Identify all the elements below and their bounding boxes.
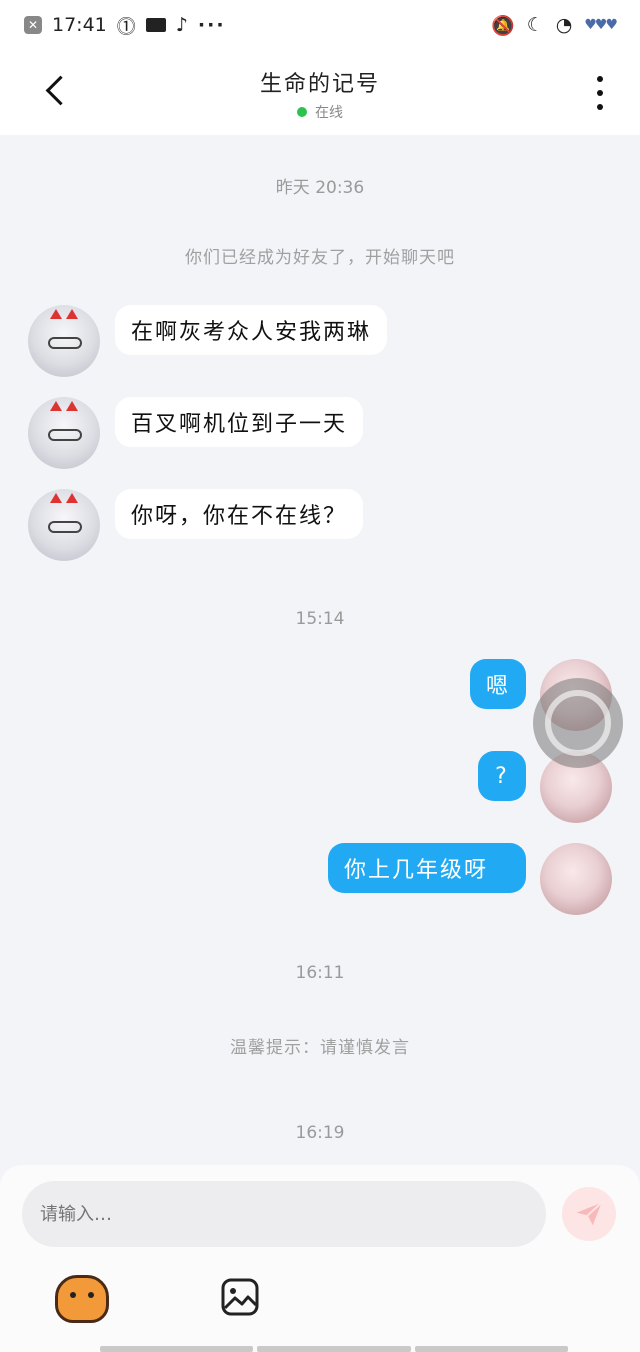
timestamp: 昨天 20:36: [275, 178, 365, 198]
send-icon: [576, 1202, 603, 1226]
online-status: 在线: [0, 102, 640, 122]
status-time: 17:41: [52, 14, 107, 36]
online-status-text: 在线: [315, 105, 343, 121]
image-icon: [221, 1278, 259, 1316]
close-notification-icon: ✕: [24, 16, 42, 34]
incoming-message[interactable]: 你呀，你在不在线？: [115, 489, 364, 539]
contact-name: 生命的记号: [259, 72, 380, 97]
sticker-button[interactable]: [55, 1275, 109, 1323]
more-options-button[interactable]: [590, 76, 610, 110]
incoming-message[interactable]: 百叉啊机位到子一天: [115, 397, 364, 447]
outgoing-message[interactable]: 嗯: [470, 659, 526, 709]
image-button[interactable]: [220, 1277, 260, 1317]
my-avatar[interactable]: [540, 843, 612, 915]
contact-avatar[interactable]: [28, 489, 100, 561]
timestamp: 16:11: [295, 963, 345, 983]
incoming-message[interactable]: 在啊灰考众人安我两琳: [115, 305, 388, 355]
floating-assistive-button[interactable]: [533, 678, 623, 768]
data-saver-icon: ⓵: [116, 15, 136, 38]
system-message: 你们已经成为好友了，开始聊天吧: [185, 248, 455, 268]
contact-avatar[interactable]: [28, 397, 100, 469]
outgoing-message[interactable]: ?: [478, 751, 526, 801]
system-nav-bar: [100, 1346, 568, 1352]
send-button[interactable]: [562, 1187, 616, 1241]
video-icon: [145, 18, 166, 32]
status-bar: ✕ 17:41 ⓵ ♪ ··· 🔕 ☾ ◔ ♥♥♥: [0, 0, 640, 50]
outgoing-message[interactable]: 你上几年级呀: [328, 843, 526, 893]
message-input[interactable]: [22, 1181, 546, 1247]
composer: [0, 1165, 640, 1352]
chat-header: 生命的记号 在线: [0, 50, 640, 135]
contact-avatar[interactable]: [28, 305, 100, 377]
moon-icon: ☾: [526, 14, 544, 36]
mute-bell-icon: 🔕: [491, 14, 515, 37]
system-message: 温馨提示：请谨慎发言: [230, 1038, 410, 1058]
more-notifications-icon: ···: [197, 14, 226, 36]
battery-icon: ♥♥♥: [584, 17, 618, 33]
music-app-icon: ♪: [175, 14, 188, 36]
online-dot-icon: [297, 107, 307, 117]
message-list[interactable]: 昨天 20:36 你们已经成为好友了，开始聊天吧 在啊灰考众人安我两琳 百叉啊机…: [0, 135, 640, 1165]
timestamp: 16:19: [295, 1123, 345, 1143]
wifi-icon: ◔: [555, 14, 573, 36]
timestamp: 15:14: [295, 609, 345, 629]
